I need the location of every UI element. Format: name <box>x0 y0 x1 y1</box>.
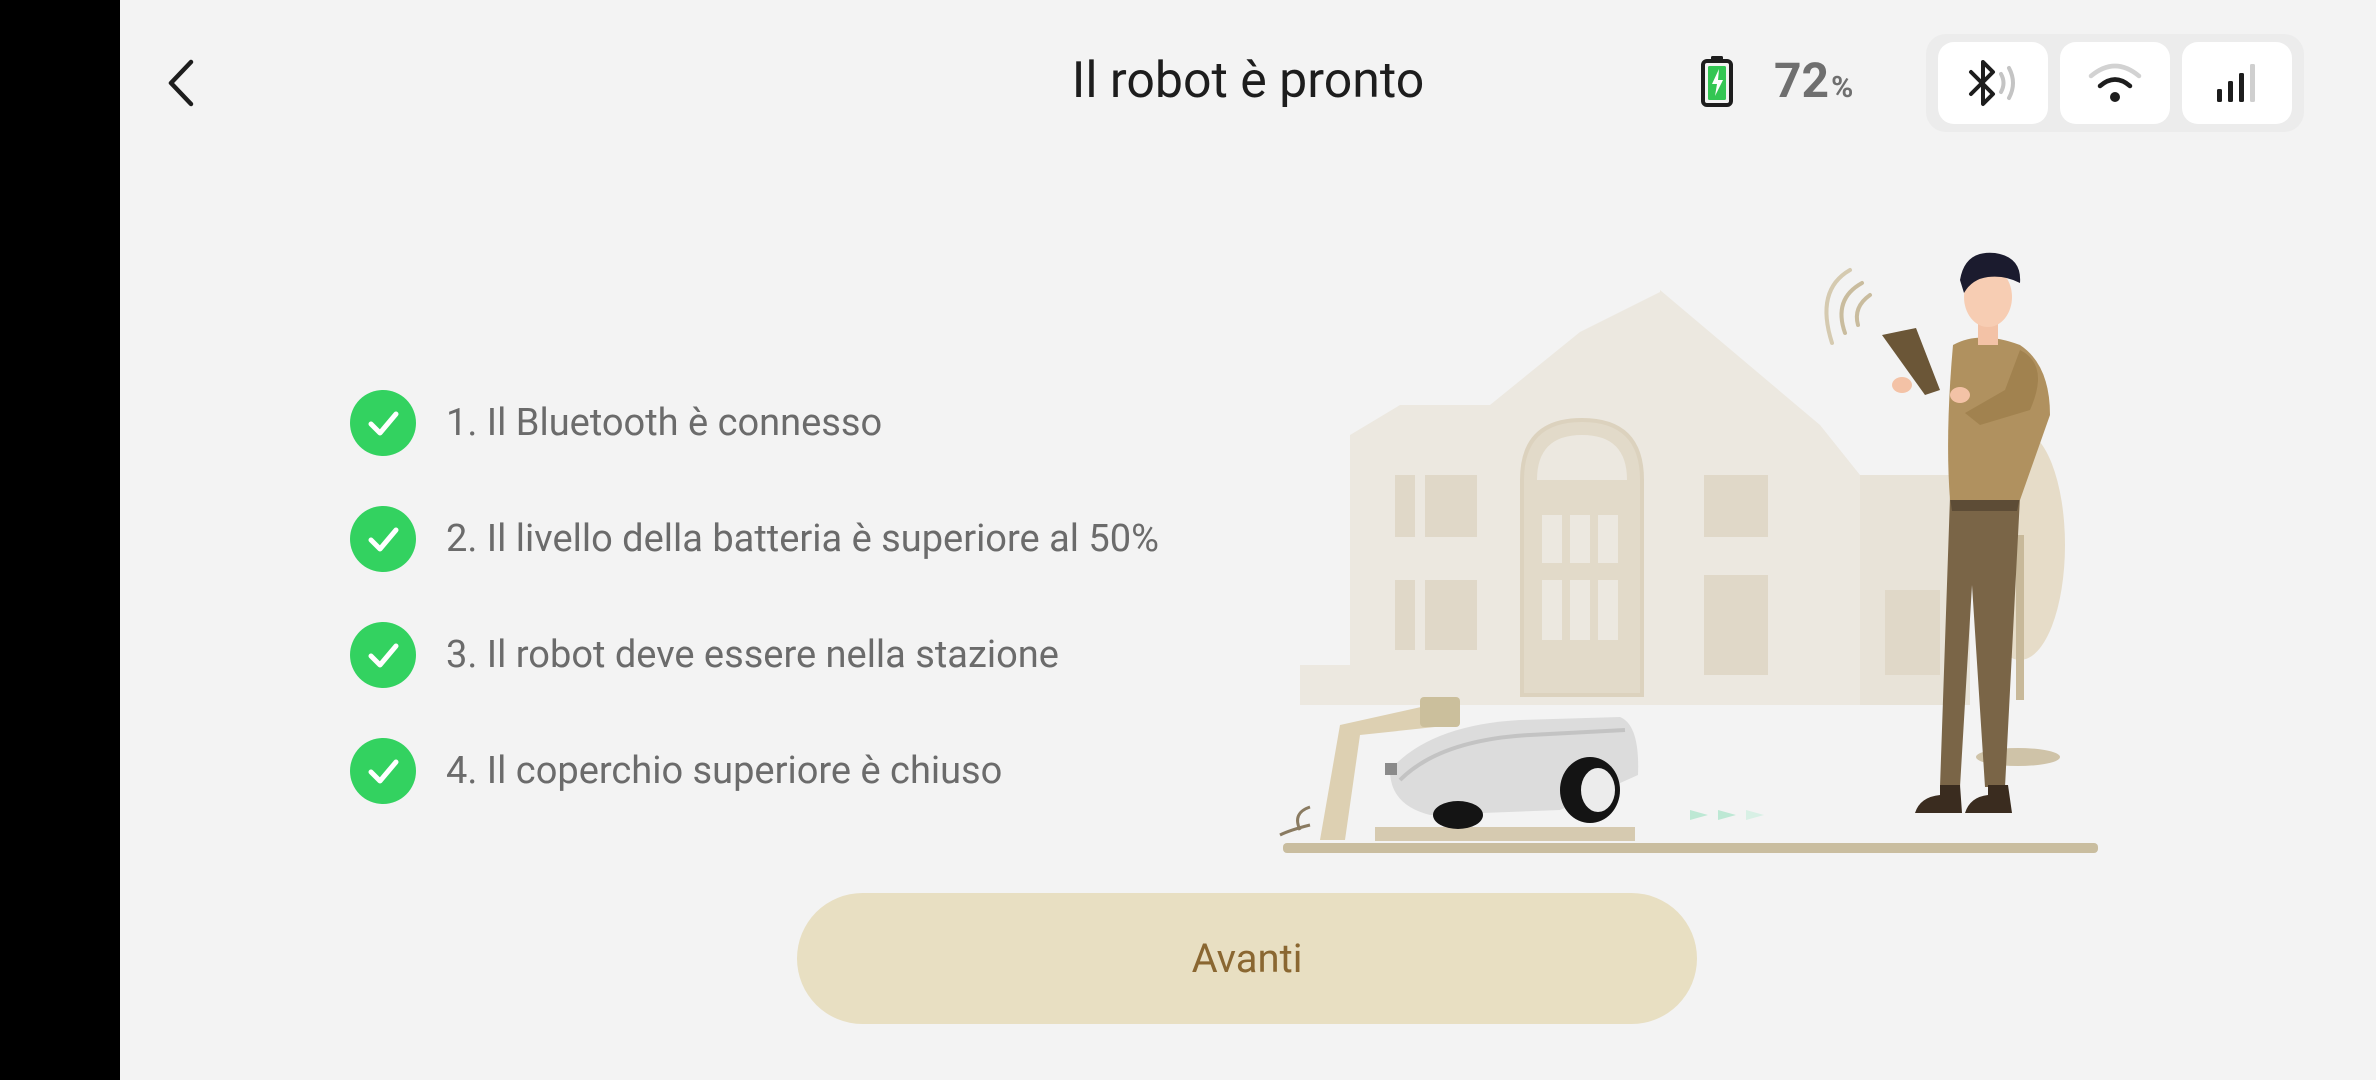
connection-status-group <box>1926 34 2304 132</box>
checklist-item: 4. Il coperchio superiore è chiuso <box>350 738 1159 804</box>
checklist-item: 1. Il Bluetooth è connesso <box>350 390 1159 456</box>
checklist-item: 2. Il livello della batteria è superiore… <box>350 506 1159 572</box>
battery-percentage: 72% <box>1774 52 1854 109</box>
left-system-bar <box>0 0 120 1080</box>
bluetooth-status <box>1938 42 2048 124</box>
check-icon <box>350 622 416 688</box>
battery-status: 72% <box>1700 52 1853 109</box>
check-icon <box>350 738 416 804</box>
bluetooth-icon <box>1969 60 2015 106</box>
battery-icon <box>1701 55 1733 107</box>
checklist-item-label: 1. Il Bluetooth è connesso <box>446 401 883 445</box>
checklist-item-label: 3. Il robot deve essere nella stazione <box>446 633 1059 677</box>
checklist-item-label: 4. Il coperchio superiore è chiuso <box>446 749 1003 793</box>
cellular-signal-icon <box>2217 64 2255 102</box>
robot-ready-illustration <box>1279 252 2098 853</box>
cellular-status <box>2182 42 2292 124</box>
checklist-item-label: 2. Il livello della batteria è superiore… <box>446 517 1159 561</box>
checklist-item: 3. Il robot deve essere nella stazione <box>350 622 1159 688</box>
robot-mower-icon <box>1385 717 1764 829</box>
signal-waves-icon <box>1824 268 1872 345</box>
wifi-status <box>2060 42 2170 124</box>
readiness-checklist: 1. Il Bluetooth è connesso 2. Il livello… <box>350 390 1159 854</box>
next-button[interactable]: Avanti <box>797 893 1697 1024</box>
wifi-icon <box>2088 63 2142 102</box>
house-silhouette <box>1300 290 1970 705</box>
check-icon <box>350 506 416 572</box>
check-icon <box>350 390 416 456</box>
ground-line <box>1283 843 2098 853</box>
